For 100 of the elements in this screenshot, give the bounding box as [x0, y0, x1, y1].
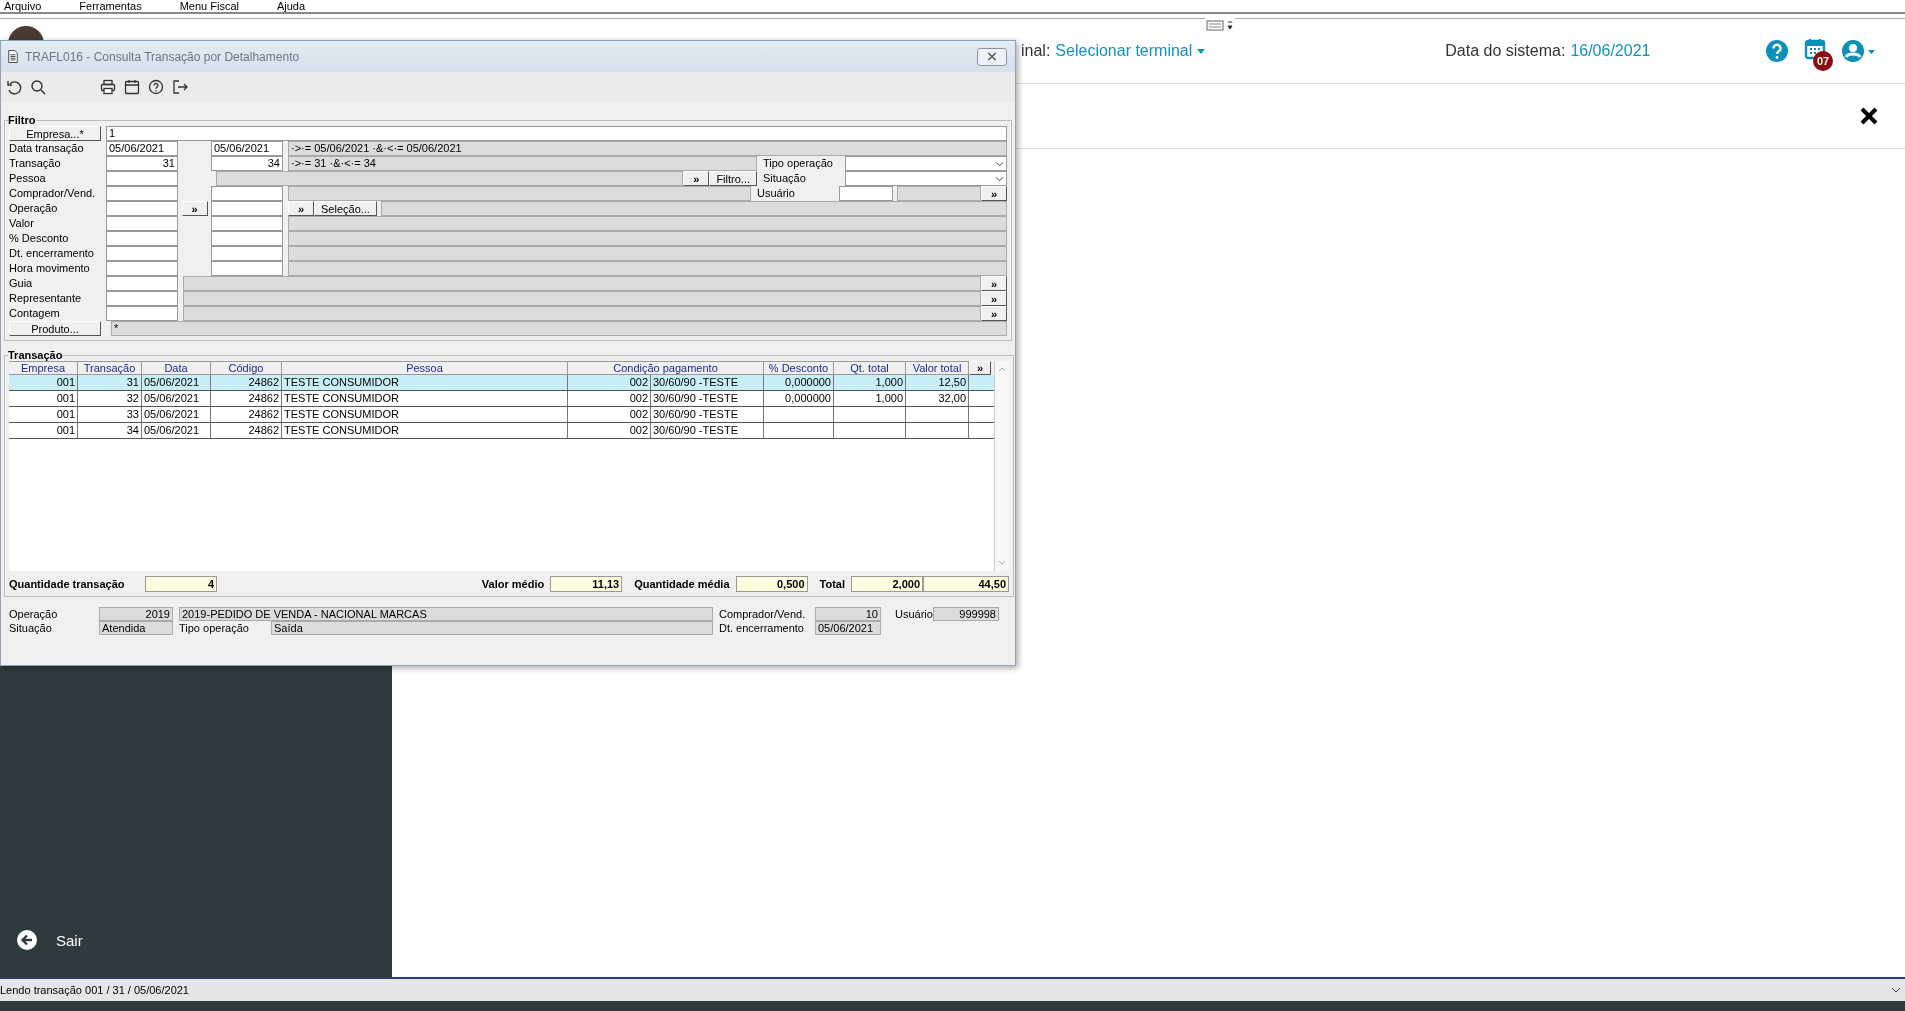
close-icon[interactable] [1859, 106, 1879, 126]
total-label: Total [819, 578, 845, 590]
dropdown[interactable] [845, 171, 1007, 186]
keyboard-icon[interactable] [1205, 17, 1235, 33]
lookup-button[interactable]: Produto... [9, 321, 101, 336]
detail-label: Dt. encerramento [719, 621, 805, 635]
table-cell: 05/06/2021 [142, 391, 211, 406]
menu-item[interactable]: Menu Fiscal [179, 0, 239, 12]
table-cell: 32 [78, 391, 142, 406]
caret-icon[interactable] [1197, 48, 1206, 54]
table-row[interactable]: 001 34 05/06/2021 24862 TESTE CONSUMIDOR 002 30/60/90 -TESTE [9, 423, 994, 439]
column-header[interactable]: Empresa [9, 361, 78, 375]
scroll-down-icon[interactable] [998, 560, 1006, 565]
close-button[interactable] [977, 47, 1007, 66]
column-header[interactable]: Transação [78, 361, 142, 375]
table-cell: 1,000 [834, 375, 906, 390]
input-field[interactable] [106, 171, 178, 186]
exit-button[interactable]: Sair [0, 929, 392, 977]
table-cell: 32,00 [906, 391, 969, 406]
chevron-down-icon[interactable] [1891, 987, 1901, 993]
column-header[interactable]: Data [142, 361, 211, 375]
table-cell: 30/60/90 -TESTE [651, 423, 764, 438]
input-field[interactable] [211, 216, 283, 231]
more-button[interactable]: » [969, 361, 991, 375]
system-date: 16/06/2021 [1570, 42, 1651, 60]
more-button[interactable]: » [981, 186, 1007, 201]
table-row[interactable]: 001 32 05/06/2021 24862 TESTE CONSUMIDOR 002 30/60/90 -TESTE 0,000000 1,000 32,00 [9, 391, 994, 407]
more-button[interactable]: » [288, 201, 314, 216]
menu-item[interactable]: Arquivo [4, 0, 42, 12]
exit-icon[interactable] [172, 79, 188, 95]
readonly-field: 05/06/2021 [815, 621, 881, 635]
table-cell: 30/60/90 -TESTE [651, 391, 764, 406]
scroll-up-icon[interactable] [998, 367, 1006, 372]
total-label: Quantidade transação [9, 578, 126, 590]
input-field[interactable]: 05/06/2021 [211, 141, 283, 156]
detail-label: Operação [9, 607, 59, 621]
input-field[interactable] [106, 246, 178, 261]
table-cell: 33 [78, 407, 142, 422]
column-header[interactable]: Pessoa [282, 361, 568, 375]
dropdown[interactable] [845, 156, 1007, 171]
input-field[interactable] [106, 231, 178, 246]
more-button[interactable]: » [181, 201, 208, 216]
field-label: Pessoa [9, 171, 47, 186]
table-cell: 24862 [211, 407, 282, 422]
more-button[interactable]: » [683, 171, 710, 186]
close-icon [987, 52, 997, 61]
input-field[interactable] [106, 306, 178, 321]
input-field[interactable]: 34 [211, 156, 283, 171]
terminal-link[interactable]: Selecionar terminal [1055, 42, 1193, 60]
field-label: Contagem [9, 306, 61, 321]
readonly-field: Atendida [99, 621, 173, 635]
more-button[interactable]: » [981, 276, 1007, 291]
total-value: 11,13 [550, 576, 623, 592]
input-field[interactable] [106, 186, 178, 201]
calendar-icon[interactable] [124, 79, 140, 95]
menu-item[interactable]: Ferramentas [79, 0, 142, 12]
input-field[interactable] [211, 186, 283, 201]
group-title: Transação [8, 349, 63, 361]
column-header[interactable]: Qt. total [834, 361, 906, 375]
notification-badge: 07 [1813, 51, 1833, 71]
scrollbar[interactable] [995, 361, 1009, 571]
column-header[interactable]: Código [211, 361, 282, 375]
input-field[interactable] [106, 276, 178, 291]
input-field[interactable] [106, 261, 178, 276]
column-header[interactable]: Valor total [906, 361, 969, 375]
input-field[interactable] [211, 231, 283, 246]
more-button[interactable]: Filtro... [709, 171, 757, 186]
input-field[interactable] [106, 291, 178, 306]
table-cell: TESTE CONSUMIDOR [282, 407, 568, 422]
input-field[interactable] [839, 186, 893, 201]
detail-label: Usuário [894, 607, 933, 621]
table-row[interactable]: 001 33 05/06/2021 24862 TESTE CONSUMIDOR 002 30/60/90 -TESTE [9, 407, 994, 423]
table-row[interactable]: 001 31 05/06/2021 24862 TESTE CONSUMIDOR 002 30/60/90 -TESTE 0,000000 1,000 12,50 [9, 375, 994, 391]
input-field[interactable] [211, 201, 283, 216]
input-field[interactable]: 05/06/2021 [106, 141, 178, 156]
more-button[interactable]: » [981, 291, 1007, 306]
input-field[interactable] [211, 261, 283, 276]
table-cell: 002 [568, 423, 651, 438]
table-cell: 05/06/2021 [142, 407, 211, 422]
terminal-label: inal: [1021, 42, 1051, 60]
lookup-button[interactable]: Empresa...* [9, 126, 101, 141]
input-field[interactable] [106, 201, 178, 216]
column-header[interactable]: Condição pagamento [568, 361, 764, 375]
more-button[interactable]: Seleção... [314, 201, 377, 216]
print-icon[interactable] [100, 79, 116, 95]
undo-icon[interactable] [6, 79, 22, 95]
menu-item[interactable]: Ajuda [276, 0, 306, 12]
help-icon[interactable] [148, 79, 164, 95]
search-icon[interactable] [30, 79, 46, 95]
input-field[interactable]: 31 [106, 156, 178, 171]
input-field[interactable] [211, 246, 283, 261]
input-field[interactable]: 1 [106, 126, 1007, 141]
table-cell: 001 [9, 375, 78, 390]
more-button[interactable]: » [981, 306, 1007, 321]
user-menu-icon[interactable] [1841, 39, 1877, 63]
readonly-field: 2019-PEDIDO DE VENDA - NACIONAL MARCAS [179, 607, 713, 621]
column-header[interactable]: % Desconto [764, 361, 834, 375]
input-field[interactable] [106, 216, 178, 231]
detail-label: Comprador/Vend. [719, 607, 807, 621]
table-cell: 24862 [211, 375, 282, 390]
